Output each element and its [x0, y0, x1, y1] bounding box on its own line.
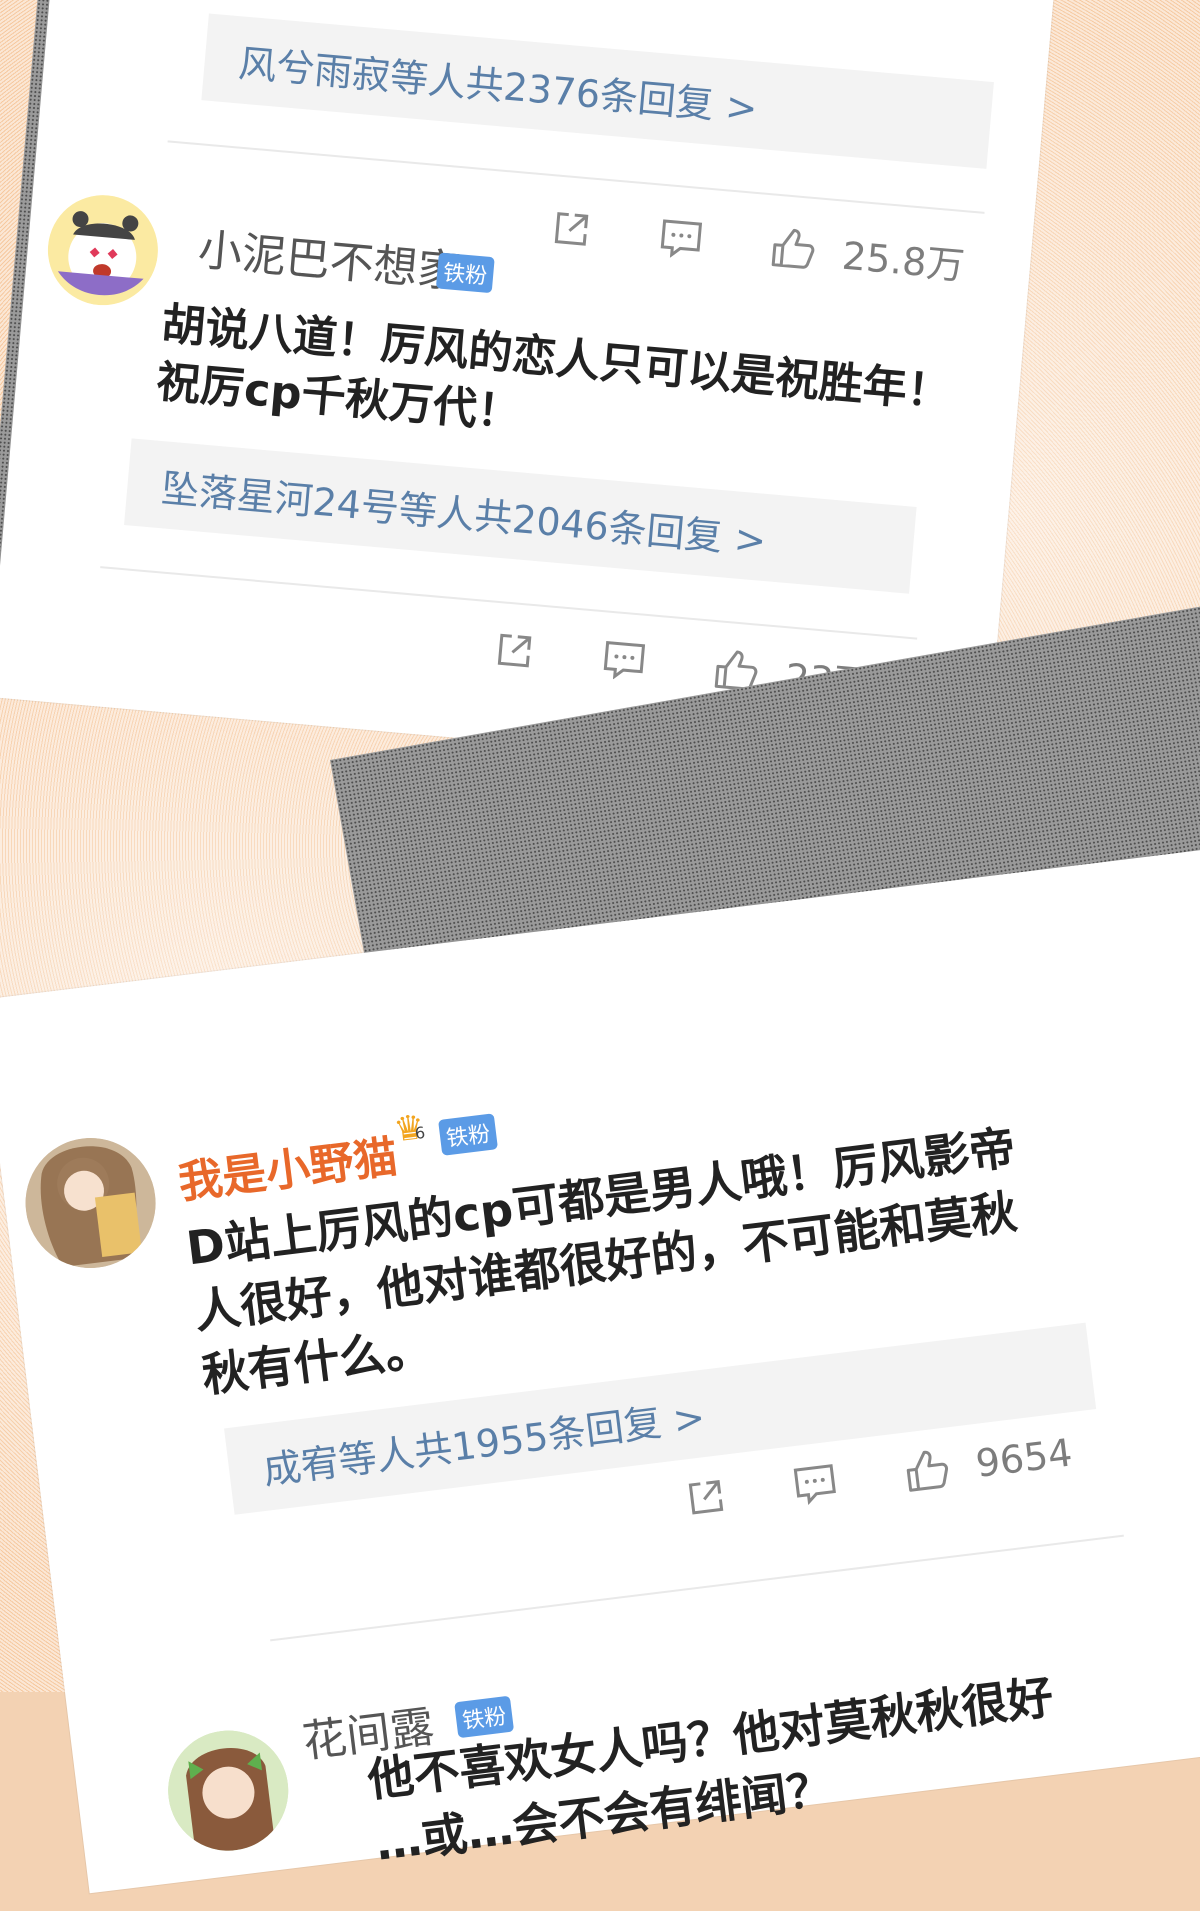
like-count: 9654 — [973, 1430, 1075, 1486]
avatar[interactable] — [18, 1130, 164, 1276]
username[interactable]: 小泥巴不想家 — [196, 214, 465, 301]
crown-level: 6 — [413, 1122, 427, 1143]
bottom-comment-card: 我是小野猫 ♛6 铁粉 D站上厉风的cp可都是男人哦！厉风影帝 人很好，他对谁都… — [0, 847, 1200, 1894]
reply-summary-link[interactable]: 风兮雨寂等人共2376条回复 > — [201, 13, 994, 169]
avatar[interactable] — [161, 1723, 296, 1858]
divider — [270, 1534, 1124, 1642]
like-icon[interactable] — [902, 1446, 951, 1495]
action-bar: 25.8万 — [549, 199, 967, 290]
share-icon[interactable] — [550, 207, 593, 250]
like-icon[interactable] — [769, 224, 817, 272]
avatar[interactable] — [43, 190, 163, 310]
fan-badge: 铁粉 — [438, 1113, 499, 1156]
share-icon[interactable] — [684, 1475, 729, 1520]
comment-icon[interactable] — [658, 216, 705, 260]
comment-icon[interactable] — [601, 638, 648, 682]
share-icon[interactable] — [493, 628, 536, 671]
comment-text: 他不喜欢女人吗？他对莫秋秋很好 …或…会不会有绯闻？ — [364, 1639, 1200, 1876]
like-count: 25.8万 — [840, 233, 967, 289]
fan-badge: 铁粉 — [435, 252, 495, 294]
crown-level-icon: ♛6 — [391, 1106, 427, 1151]
comment-icon[interactable] — [791, 1461, 840, 1506]
